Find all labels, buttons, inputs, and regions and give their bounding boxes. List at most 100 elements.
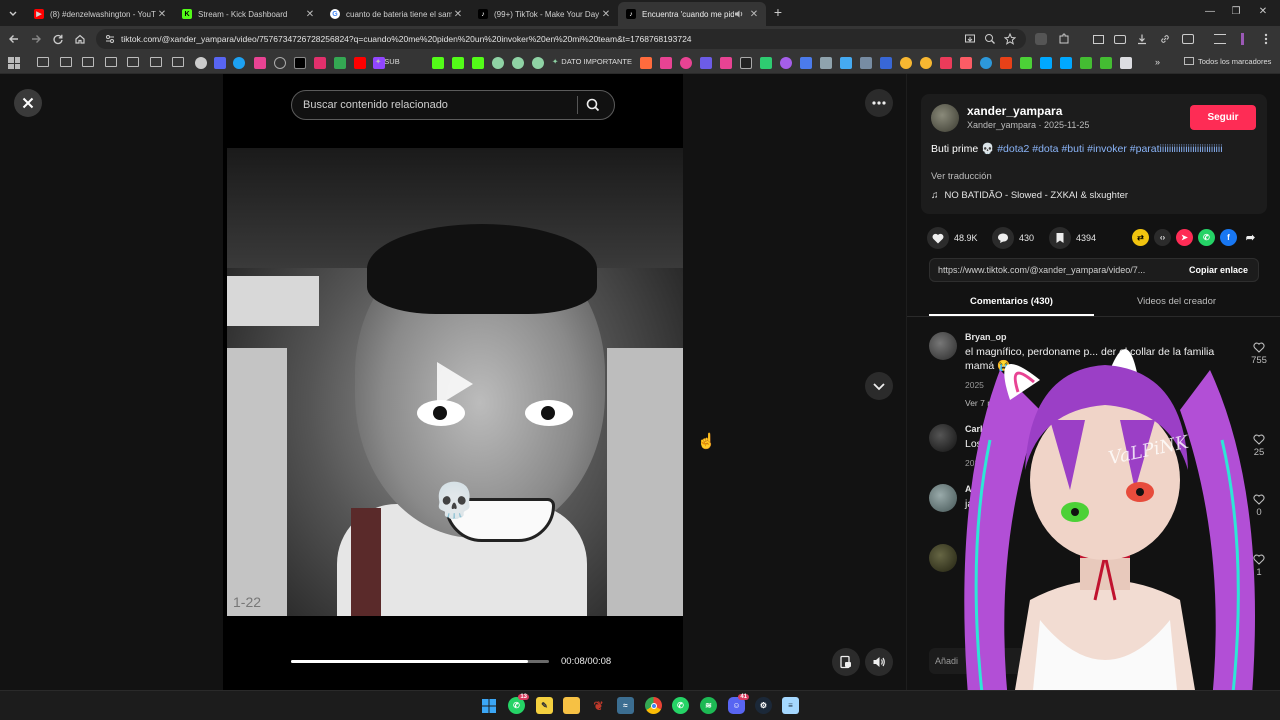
bookmark-site-icon[interactable] (760, 57, 772, 69)
notepad-icon[interactable]: ≡ (782, 697, 799, 714)
bookmark-site-icon[interactable] (1020, 57, 1032, 69)
copy-link-button[interactable]: Copiar enlace (1189, 265, 1248, 275)
maximize-button[interactable]: ❐ (1228, 4, 1244, 20)
bookmark-site-icon[interactable] (920, 57, 932, 69)
file-explorer-icon[interactable] (563, 697, 580, 714)
all-bookmarks-button[interactable]: Todos los marcadores (1184, 57, 1271, 66)
see-translation-link[interactable]: Ver traducción (931, 171, 992, 182)
bookmark-site-icon[interactable] (680, 57, 692, 69)
bookmarks-overflow-chevron-icon[interactable]: » (1155, 57, 1160, 67)
bookmark-site-icon[interactable] (512, 57, 524, 69)
customize-icon[interactable] (1212, 31, 1228, 47)
picture-in-picture-button[interactable] (832, 648, 860, 676)
bookmark-site-icon[interactable] (980, 57, 992, 69)
bookmark-site-icon[interactable] (254, 57, 266, 69)
windows-start-icon[interactable] (480, 697, 497, 714)
app-red-icon[interactable]: ❦ (590, 697, 607, 714)
repost-icon[interactable]: ⇄ (1132, 229, 1149, 246)
more-options-button[interactable] (865, 89, 893, 117)
bookmark-drive-icon[interactable] (334, 57, 346, 69)
bookmark-site-icon[interactable] (700, 57, 712, 69)
back-button[interactable] (6, 31, 22, 47)
embed-code-icon[interactable]: ‹› (1154, 229, 1171, 246)
whatsapp-business-icon[interactable]: ✆ (672, 697, 689, 714)
steam-icon[interactable]: ⚙ (755, 697, 772, 714)
bookmark-site-icon[interactable] (720, 57, 732, 69)
speaker-icon[interactable] (734, 9, 744, 19)
sound-link[interactable]: ♫ NO BATIDÃO - Slowed - ZXKAI & slxughte… (931, 190, 1128, 201)
bookmark-site-icon[interactable] (880, 57, 892, 69)
save-stat[interactable]: 4394 (1049, 227, 1096, 249)
bookmark-folder-icon[interactable] (127, 57, 139, 67)
bookmark-folder-icon[interactable] (172, 57, 184, 67)
bookmark-site-icon[interactable] (860, 57, 872, 69)
video-progress-bar[interactable] (291, 660, 549, 663)
bookmark-site-icon[interactable] (1040, 57, 1052, 69)
bookmark-folder-icon[interactable] (82, 57, 94, 67)
send-friend-icon[interactable]: ➤ (1176, 229, 1193, 246)
search-icon[interactable] (586, 98, 604, 112)
star-icon[interactable] (1002, 31, 1018, 47)
whatsapp-taskbar-icon[interactable]: ✆ 13 (508, 694, 529, 714)
bookmark-steam-icon[interactable] (1120, 57, 1132, 69)
tab-close-icon[interactable]: ✕ (748, 9, 760, 20)
browser-tab-youtube[interactable]: ▶ (8) #denzelwashington - YouTube ✕ (26, 2, 174, 26)
bookmark-dato-importante[interactable]: ✦ DATO IMPORTANTE (552, 57, 632, 66)
reading-list-icon[interactable] (1090, 31, 1106, 47)
browser-tab-tiktok[interactable]: ♪ (99+) TikTok - Make Your Day ✕ (470, 2, 618, 26)
hashtag-link[interactable]: #paratiiiiiiiiiiiiiiiiiiiiiiiiiii (1130, 143, 1223, 155)
comment-stat[interactable]: 430 (992, 227, 1034, 249)
bookmark-site-icon[interactable] (640, 57, 652, 69)
author-username[interactable]: xander_yampara (967, 104, 1062, 118)
close-player-button[interactable] (14, 89, 42, 117)
bookmark-github-icon[interactable] (274, 57, 286, 69)
bookmark-site-icon[interactable] (195, 57, 207, 69)
facebook-share-icon[interactable]: f (1220, 229, 1237, 246)
bookmark-site-icon[interactable] (1080, 57, 1092, 69)
bookmark-site-icon[interactable] (1060, 57, 1072, 69)
extensions-puzzle-icon[interactable] (1056, 31, 1072, 47)
like-stat[interactable]: 48.9K (927, 227, 978, 249)
bookmark-discord-icon[interactable] (214, 57, 226, 69)
browser-tab-kick[interactable]: K Stream - Kick Dashboard ✕ (174, 2, 322, 26)
apps-grid-icon[interactable] (8, 57, 20, 69)
bookmark-site-icon[interactable] (820, 57, 832, 69)
extension-ghost-icon[interactable] (1033, 31, 1049, 47)
bookmark-sub[interactable]: ✦ SUB (375, 57, 400, 66)
hashtag-link[interactable]: #dota2 (997, 143, 1029, 155)
browser-tab-tiktok-search[interactable]: ♪ Encuentra 'cuando me pide ✕ (618, 2, 766, 26)
link-icon[interactable] (1157, 31, 1173, 47)
hashtag-link[interactable]: #invoker (1087, 143, 1127, 155)
bookmark-site-icon[interactable] (740, 57, 752, 69)
bookmark-site-icon[interactable] (1000, 57, 1012, 69)
tab-close-icon[interactable]: ✕ (452, 9, 464, 20)
bookmark-site-icon[interactable] (660, 57, 672, 69)
sticky-notes-icon[interactable]: ✎ (536, 697, 553, 714)
wallet-icon[interactable] (1112, 31, 1128, 47)
follow-button[interactable]: Seguir (1190, 105, 1256, 130)
share-arrow-icon[interactable]: ➦ (1242, 229, 1259, 246)
next-video-button[interactable] (865, 372, 893, 400)
whatsapp-share-icon[interactable]: ✆ (1198, 229, 1215, 246)
tab-close-icon[interactable]: ✕ (600, 9, 612, 20)
bookmark-site-icon[interactable] (492, 57, 504, 69)
discord-icon[interactable]: ☺ 41 (728, 694, 749, 714)
site-info-icon[interactable] (104, 33, 116, 45)
app-blue-icon[interactable]: ≈ (617, 697, 634, 714)
bookmark-instagram-icon[interactable] (314, 57, 326, 69)
bookmark-youtube-icon[interactable] (354, 57, 366, 69)
bookmark-site-icon[interactable] (1100, 57, 1112, 69)
bookmark-folder-icon[interactable] (150, 57, 162, 67)
sidebar-icon[interactable] (1180, 31, 1196, 47)
bookmark-site-icon[interactable] (960, 57, 972, 69)
bookmark-kick-icon[interactable] (452, 57, 464, 69)
home-button[interactable] (72, 31, 88, 47)
bookmark-site-icon[interactable] (900, 57, 912, 69)
bookmark-icon[interactable] (1049, 227, 1071, 249)
install-app-icon[interactable] (962, 31, 978, 47)
video-frame[interactable]: 💀 1-22 (227, 148, 683, 616)
heart-icon[interactable] (927, 227, 949, 249)
bookmark-folder-icon[interactable] (105, 57, 117, 67)
bookmark-site-icon[interactable] (940, 57, 952, 69)
chrome-taskbar-icon[interactable] (645, 697, 662, 714)
